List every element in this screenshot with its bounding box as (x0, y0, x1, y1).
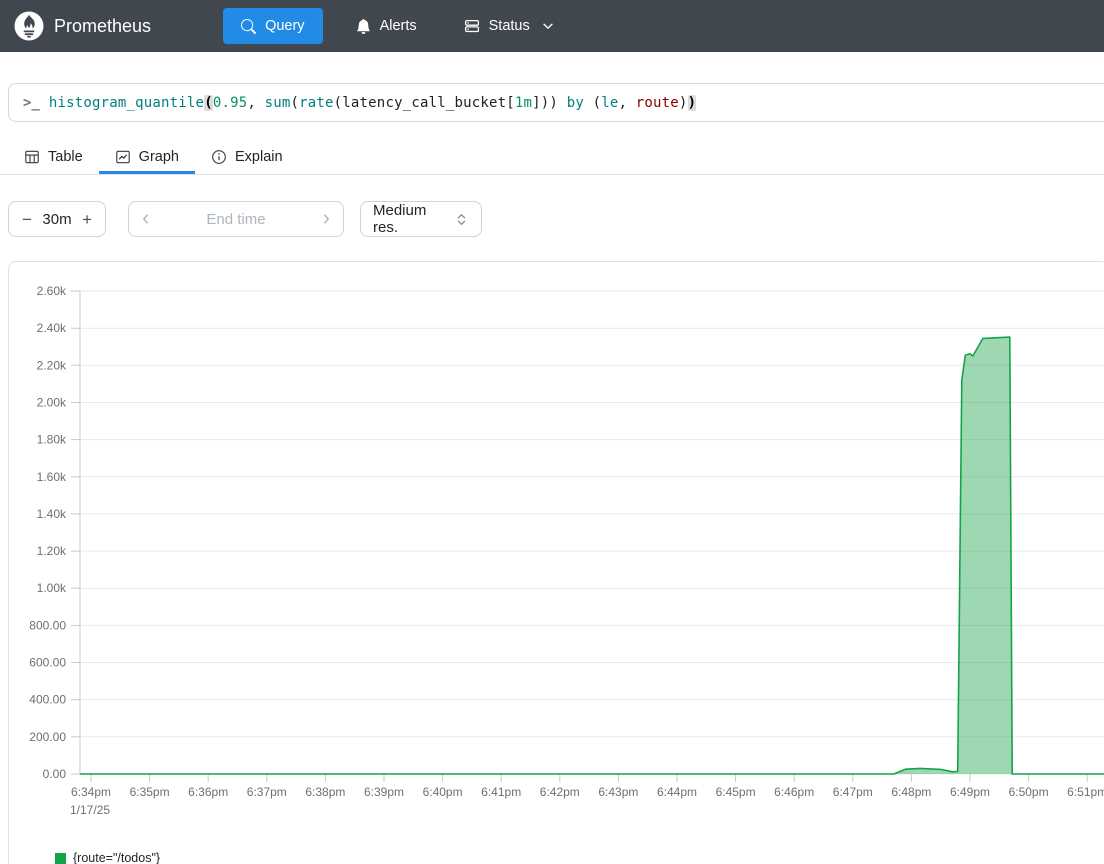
query-token: ] (532, 95, 541, 111)
svg-text:6:35pm: 6:35pm (130, 785, 170, 799)
query-token: route (636, 95, 679, 111)
nav-status-menu[interactable]: Status (464, 18, 555, 34)
resolution-select[interactable]: Medium res. (360, 201, 482, 237)
tab-explain-label: Explain (235, 149, 283, 165)
brand-title: Prometheus (54, 16, 151, 37)
prometheus-flame-icon (14, 11, 44, 41)
svg-text:6:38pm: 6:38pm (305, 785, 345, 799)
svg-text:6:45pm: 6:45pm (716, 785, 756, 799)
svg-text:6:37pm: 6:37pm (247, 785, 287, 799)
query-token: ) (679, 95, 688, 111)
end-time-placeholder: End time (206, 211, 265, 228)
search-icon (241, 19, 256, 34)
svg-text:2.00k: 2.00k (37, 396, 67, 410)
query-token: sum (265, 95, 291, 111)
chevron-down-icon (541, 19, 555, 33)
updown-chevrons-icon (454, 212, 469, 227)
end-time-input[interactable]: End time (128, 201, 344, 237)
query-token: )) (541, 95, 558, 111)
nav-query-button[interactable]: Query (223, 8, 323, 44)
tab-graph-label: Graph (139, 149, 179, 165)
tab-graph[interactable]: Graph (99, 142, 195, 174)
info-circle-icon (211, 149, 227, 165)
graph-panel: 0.00 200.00 400.00 600.00 800.00 1.00k 1.20k 1.… (8, 261, 1104, 864)
svg-text:6:44pm: 6:44pm (657, 785, 697, 799)
nav-query-label: Query (265, 18, 305, 34)
svg-text:6:47pm: 6:47pm (833, 785, 873, 799)
bell-icon (356, 19, 371, 34)
chart-legend[interactable]: {route="/todos"} (55, 851, 160, 864)
query-token: [ (506, 95, 515, 111)
svg-text:6:42pm: 6:42pm (540, 785, 580, 799)
svg-text:6:48pm: 6:48pm (891, 785, 931, 799)
svg-text:1.40k: 1.40k (37, 507, 67, 521)
query-editor[interactable]: >_ histogram_quantile(0.95, sum(rate(lat… (8, 83, 1104, 122)
query-expression[interactable]: histogram_quantile(0.95, sum(rate(latenc… (49, 95, 696, 111)
query-token: 0.95 (213, 95, 248, 111)
svg-text:2.60k: 2.60k (37, 284, 67, 298)
svg-text:600.00: 600.00 (29, 656, 66, 670)
svg-text:2.20k: 2.20k (37, 358, 67, 372)
query-token: ) (688, 95, 697, 111)
svg-text:6:46pm: 6:46pm (774, 785, 814, 799)
svg-text:6:40pm: 6:40pm (423, 785, 463, 799)
query-token: ( (584, 95, 601, 111)
brand[interactable]: Prometheus (0, 11, 151, 41)
legend-color-swatch (55, 853, 66, 864)
svg-text:1.80k: 1.80k (37, 433, 67, 447)
query-token: ( (204, 95, 213, 111)
svg-text:2.40k: 2.40k (37, 321, 67, 335)
svg-text:800.00: 800.00 (29, 618, 66, 632)
nav-status-label: Status (489, 18, 530, 34)
svg-text:0.00: 0.00 (43, 767, 67, 781)
svg-text:1.60k: 1.60k (37, 470, 67, 484)
panel-tabs: Table Graph Explain (0, 142, 1104, 175)
query-token: histogram_quantile (49, 95, 204, 111)
query-token: rate (299, 95, 334, 111)
chevron-left-icon[interactable] (139, 212, 153, 226)
latency-graph[interactable]: 0.00 200.00 400.00 600.00 800.00 1.00k 1.20k 1.… (9, 262, 1104, 837)
tab-table[interactable]: Table (8, 142, 99, 174)
svg-text:1/17/25: 1/17/25 (70, 803, 110, 817)
svg-text:6:39pm: 6:39pm (364, 785, 404, 799)
svg-text:1.20k: 1.20k (37, 544, 67, 558)
query-token (558, 95, 567, 111)
resolution-value: Medium res. (373, 202, 454, 236)
chevron-right-icon[interactable] (319, 212, 333, 226)
svg-text:200.00: 200.00 (29, 730, 66, 744)
svg-text:6:43pm: 6:43pm (598, 785, 638, 799)
tab-table-label: Table (48, 149, 83, 165)
top-navbar: Prometheus Query Alerts Status (0, 0, 1104, 52)
query-token: , (247, 95, 264, 111)
query-token: le (601, 95, 618, 111)
graph-controls: − 30m + End time Medium res. (0, 201, 1104, 237)
query-token: latency_call_bucket (342, 95, 506, 111)
range-increase-button[interactable]: + (80, 211, 94, 228)
svg-text:6:34pm: 6:34pm (71, 785, 111, 799)
terminal-prompt-icon: >_ (23, 95, 40, 111)
range-input[interactable]: − 30m + (8, 201, 106, 237)
range-value[interactable]: 30m (42, 211, 71, 228)
query-token: 1m (515, 95, 532, 111)
table-grid-icon (24, 149, 40, 165)
query-token: ( (291, 95, 300, 111)
server-stack-icon (464, 18, 480, 34)
tab-explain[interactable]: Explain (195, 142, 299, 174)
svg-text:6:50pm: 6:50pm (1009, 785, 1049, 799)
svg-text:6:51pm: 6:51pm (1067, 785, 1104, 799)
svg-text:6:41pm: 6:41pm (481, 785, 521, 799)
legend-label: {route="/todos"} (73, 851, 160, 864)
range-decrease-button[interactable]: − (20, 211, 34, 228)
nav-alerts-link[interactable]: Alerts (356, 18, 417, 34)
nav-alerts-label: Alerts (380, 18, 417, 34)
query-token: ( (334, 95, 343, 111)
query-token: , (619, 95, 636, 111)
svg-text:6:49pm: 6:49pm (950, 785, 990, 799)
query-token: by (567, 95, 584, 111)
line-chart-icon (115, 149, 131, 165)
svg-text:6:36pm: 6:36pm (188, 785, 228, 799)
svg-text:1.00k: 1.00k (37, 581, 67, 595)
svg-text:400.00: 400.00 (29, 693, 66, 707)
